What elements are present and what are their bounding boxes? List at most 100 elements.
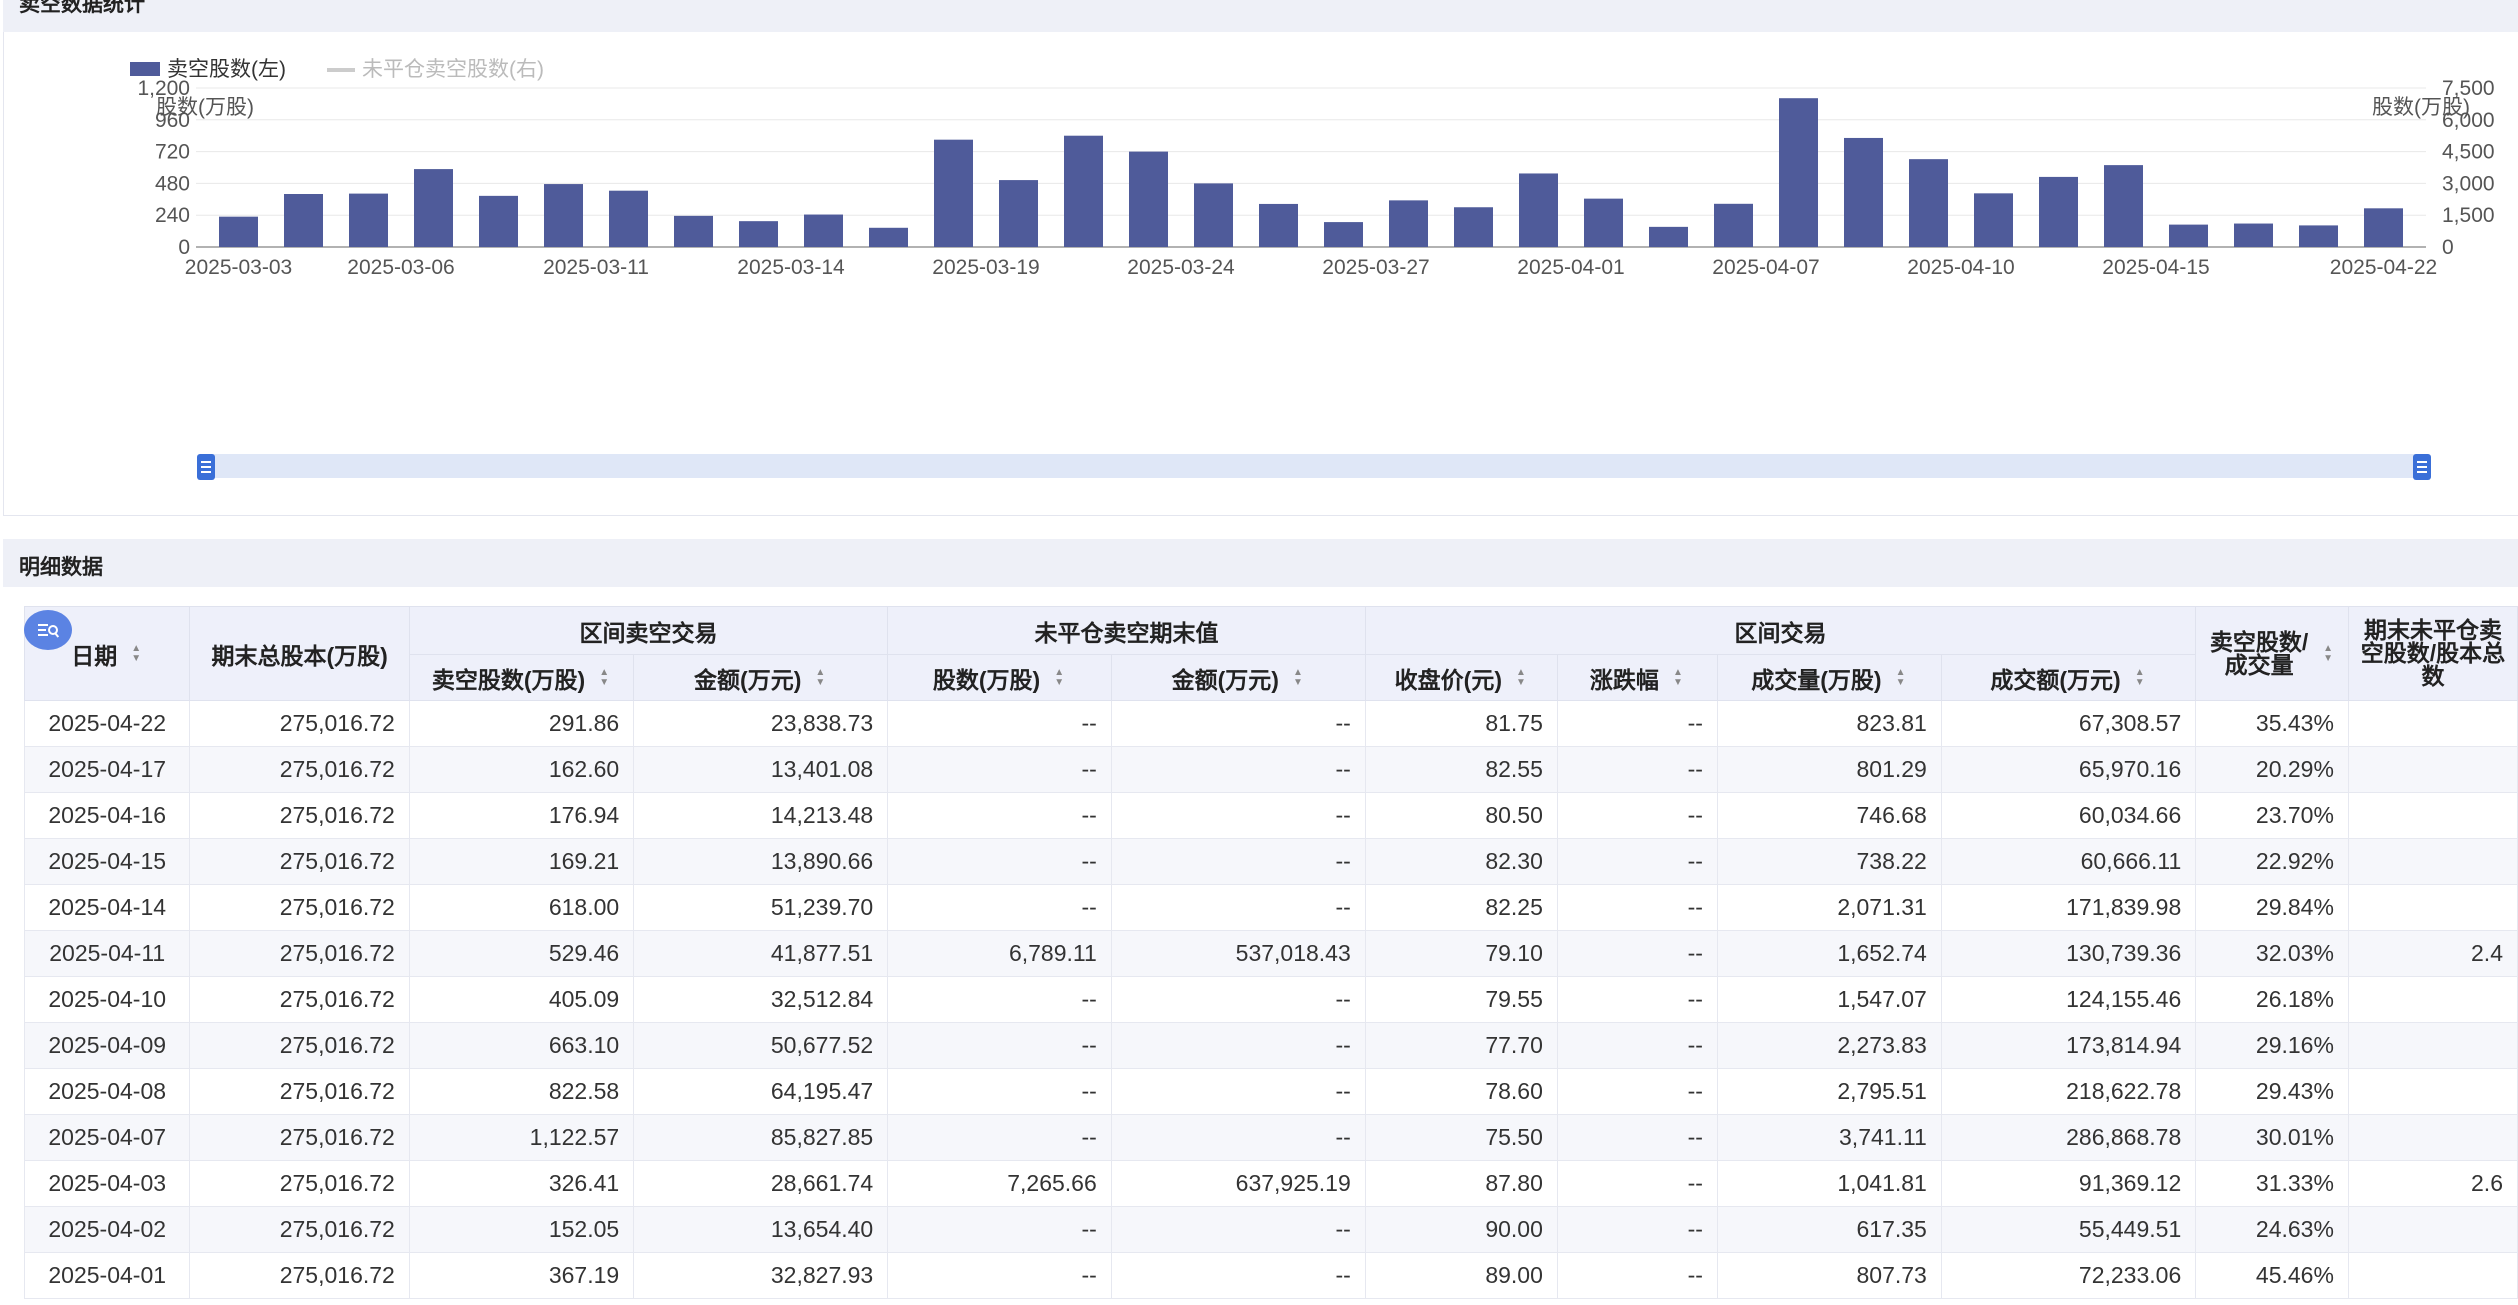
table-cell: 26.18% [2195, 976, 2349, 1023]
table-cell: 29.16% [2195, 1022, 2349, 1069]
table-row[interactable]: 2025-04-16 275,016.72 176.94 14,213.48 -- -- 8… [24, 792, 2518, 839]
table-cell: 2.4 [2347, 930, 2518, 977]
table-cell: 82.30 [1364, 838, 1558, 885]
table-cell: 2025-04-02 [24, 1206, 191, 1253]
col-subheader-label: 股数(万股) [932, 666, 1041, 693]
short-selling-bar-chart: 卖空股数(左) 未平仓卖空股数(右) 股数(万股) 股数(万股) 1,200 7,… [130, 58, 2495, 480]
left-axis-tick-label: 240 [155, 204, 190, 227]
table-cell: 13,401.08 [633, 746, 889, 793]
table-cell: 275,016.72 [189, 884, 410, 931]
right-axis-tick-label: 6,000 [2442, 109, 2495, 132]
slider-handle-right[interactable] [2413, 454, 2431, 480]
sort-arrows-icon[interactable]: ▲ ▼ [1894, 667, 1908, 688]
table-cell: -- [1556, 1160, 1718, 1207]
table-row[interactable]: 2025-04-17 275,016.72 162.60 13,401.08 -- -- 8… [24, 746, 2518, 793]
table-cell: -- [887, 884, 1112, 931]
x-axis-tick-label: 2025-04-10 [1907, 256, 2014, 279]
sort-arrows-icon[interactable]: ▲ ▼ [2133, 667, 2147, 688]
sort-arrows-icon[interactable]: ▲ ▼ [1291, 667, 1305, 688]
table-cell: 124,155.46 [1940, 976, 2197, 1023]
table-cell: 32,512.84 [633, 976, 889, 1023]
sort-arrows-icon[interactable]: ▲ ▼ [597, 667, 611, 688]
table-cell: 85,827.85 [633, 1114, 889, 1161]
left-axis-tick-label: 720 [155, 141, 190, 164]
chart-bar [609, 190, 648, 247]
table-cell: 2025-04-09 [24, 1022, 191, 1069]
col-subheader[interactable]: 成交额(万元) ▲ ▼ [1940, 654, 2197, 701]
table-cell: -- [887, 1022, 1112, 1069]
table-cell: 1,122.57 [408, 1114, 635, 1161]
legend-item-open-short-shares[interactable]: 未平仓卖空股数(右) [327, 58, 544, 81]
x-axis-tick-label: 2025-03-11 [543, 256, 649, 279]
sort-arrows-icon[interactable]: ▲ ▼ [813, 667, 827, 688]
chart-bar [1844, 137, 1883, 247]
chart-bar [1324, 222, 1363, 247]
table-row[interactable]: 2025-04-14 275,016.72 618.00 51,239.70 -- -- 8… [24, 884, 2518, 931]
chart-bar [1974, 193, 2013, 247]
table-cell: 80.50 [1364, 792, 1558, 839]
col-group-interval-short-trade: 区间卖空交易 [408, 606, 889, 655]
table-cell: -- [887, 792, 1112, 839]
table-cell: 218,622.78 [1940, 1068, 2197, 1115]
col-header-short-ratio[interactable]: 卖空股数/成交量 ▲ ▼ [2195, 606, 2349, 701]
table-row[interactable]: 2025-04-11 275,016.72 529.46 41,877.51 6,789… [24, 930, 2518, 977]
table-row[interactable]: 2025-04-09 275,016.72 663.10 50,677.52 -- -- 7… [24, 1022, 2518, 1069]
col-subheader-label: 卖空股数(万股) [431, 666, 586, 693]
table-cell: 24.63% [2195, 1206, 2349, 1253]
table-cell: 29.84% [2195, 884, 2349, 931]
chart-bar [999, 180, 1038, 247]
table-cell: -- [1110, 792, 1366, 839]
short-selling-chart-panel: 卖空股数(左) 未平仓卖空股数(右) 股数(万股) 股数(万股) 1,200 7,… [3, 32, 2518, 516]
col-subheader[interactable]: 成交量(万股) ▲ ▼ [1716, 654, 1942, 701]
chart-bar [869, 227, 908, 247]
left-axis-tick-label: 480 [155, 172, 190, 195]
col-subheader[interactable]: 股数(万股) ▲ ▼ [887, 654, 1112, 701]
table-cell: 173,814.94 [1940, 1022, 2197, 1069]
table-cell: 89.00 [1364, 1252, 1558, 1299]
table-cell [2347, 1252, 2518, 1299]
table-cell: 30.01% [2195, 1114, 2349, 1161]
table-row[interactable]: 2025-04-15 275,016.72 169.21 13,890.66 -- -- 8… [24, 838, 2518, 885]
table-cell: 60,666.11 [1940, 838, 2197, 885]
table-cell: 64,195.47 [633, 1068, 889, 1115]
table-row[interactable]: 2025-04-03 275,016.72 326.41 28,661.74 7,265… [24, 1160, 2518, 1207]
column-filter-button[interactable] [24, 610, 72, 650]
table-row[interactable]: 2025-04-07 275,016.72 1,122.57 85,827.85 -- -… [24, 1114, 2518, 1161]
chart-bar [1649, 226, 1688, 247]
table-row[interactable]: 2025-04-01 275,016.72 367.19 32,827.93 -- -- 8… [24, 1252, 2518, 1299]
col-subheader[interactable]: 收盘价(元) ▲ ▼ [1364, 654, 1558, 701]
col-subheader[interactable]: 金额(万元) ▲ ▼ [633, 654, 889, 701]
chart-bar [284, 194, 323, 247]
table-cell: 738.22 [1716, 838, 1942, 885]
data-zoom-slider[interactable] [197, 454, 2431, 480]
table-row[interactable]: 2025-04-22 275,016.72 291.86 23,838.73 -- -- 8… [24, 700, 2518, 747]
col-subheader[interactable]: 金额(万元) ▲ ▼ [1110, 654, 1366, 701]
table-cell: -- [1556, 746, 1718, 793]
table-row[interactable]: 2025-04-08 275,016.72 822.58 64,195.47 -- -- 7… [24, 1068, 2518, 1115]
table-cell: -- [1110, 1114, 1366, 1161]
legend-label-open-short-shares: 未平仓卖空股数(右) [362, 58, 544, 81]
sort-arrows-icon[interactable]: ▲ ▼ [1052, 667, 1066, 688]
sort-arrows-icon[interactable]: ▲ ▼ [1514, 667, 1528, 688]
table-cell: 79.55 [1364, 976, 1558, 1023]
slider-handle-left[interactable] [197, 454, 215, 480]
table-cell: -- [1556, 1252, 1718, 1299]
col-subheader[interactable]: 卖空股数(万股) ▲ ▼ [408, 654, 635, 701]
col-header-total-capital-label: 期末总股本(万股) [211, 642, 388, 669]
left-axis-tick-label: 1,200 [137, 77, 190, 100]
x-axis-tick-label: 2025-04-07 [1712, 256, 1819, 279]
sort-arrows-icon[interactable]: ▲ ▼ [2321, 643, 2335, 664]
table-cell: -- [1556, 838, 1718, 885]
col-subheader[interactable]: 涨跌幅 ▲ ▼ [1556, 654, 1718, 701]
table-cell: 2025-04-07 [24, 1114, 191, 1161]
table-row[interactable]: 2025-04-10 275,016.72 405.09 32,512.84 -- -- 7… [24, 976, 2518, 1023]
x-axis-tick-label: 2025-03-27 [1322, 256, 1429, 279]
slider-track[interactable] [204, 454, 2422, 478]
table-cell: 130,739.36 [1940, 930, 2197, 977]
table-cell: 275,016.72 [189, 1114, 410, 1161]
table-cell: -- [1556, 1206, 1718, 1253]
sort-arrows-icon[interactable]: ▲ ▼ [129, 643, 143, 664]
table-row[interactable]: 2025-04-02 275,016.72 152.05 13,654.40 -- -- 9… [24, 1206, 2518, 1253]
table-cell [2347, 746, 2518, 793]
sort-arrows-icon[interactable]: ▲ ▼ [1671, 667, 1685, 688]
